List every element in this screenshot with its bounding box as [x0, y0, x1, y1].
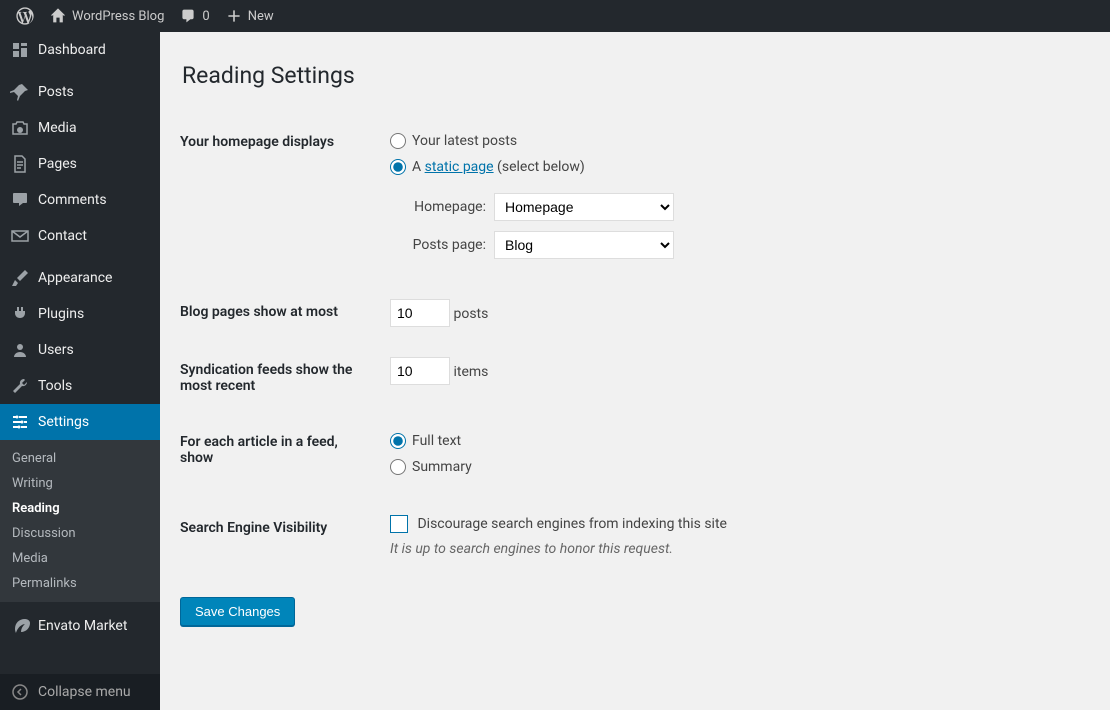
sidebar-item-appearance[interactable]: Appearance	[0, 260, 160, 296]
mail-icon	[10, 226, 30, 246]
feed-summary-label: Summary	[412, 459, 472, 475]
sidebar-item-media[interactable]: Media	[0, 110, 160, 146]
blog-pages-input[interactable]	[390, 299, 450, 327]
settings-form: Your homepage displays Your latest posts…	[180, 114, 1090, 572]
dashboard-icon	[10, 40, 30, 60]
brush-icon	[10, 268, 30, 288]
blog-pages-label: Blog pages show at most	[180, 284, 380, 342]
sidebar-item-label: Media	[38, 120, 77, 136]
homepage-latest-label: Your latest posts	[412, 133, 517, 149]
comment-icon	[180, 8, 196, 24]
user-icon	[10, 340, 30, 360]
sliders-icon	[10, 412, 30, 432]
main-content: Reading Settings Your homepage displays …	[160, 32, 1110, 710]
site-name-link[interactable]: WordPress Blog	[42, 8, 172, 24]
sidebar-item-dashboard[interactable]: Dashboard	[0, 32, 160, 68]
sidebar-item-label: Users	[38, 342, 74, 358]
plug-icon	[10, 304, 30, 324]
posts-page-select-label: Posts page:	[390, 237, 486, 253]
homepage-displays-label: Your homepage displays	[180, 114, 380, 284]
syndication-unit: items	[453, 364, 488, 380]
collapse-label: Collapse menu	[38, 684, 131, 700]
blog-pages-unit: posts	[453, 306, 488, 322]
sidebar-item-posts[interactable]: Posts	[0, 74, 160, 110]
comments-link[interactable]: 0	[172, 8, 217, 24]
page-icon	[10, 154, 30, 174]
homepage-select[interactable]: Homepage	[494, 193, 674, 221]
submenu-reading[interactable]: Reading	[0, 496, 160, 521]
seo-checkbox-wrap: Discourage search engines from indexing …	[390, 516, 727, 532]
admin-toolbar: WordPress Blog 0 New	[0, 0, 1110, 32]
collapse-menu-button[interactable]: Collapse menu	[0, 674, 160, 710]
sidebar-item-label: Comments	[38, 192, 107, 208]
comment-icon	[10, 190, 30, 210]
sidebar-item-plugins[interactable]: Plugins	[0, 296, 160, 332]
wp-logo[interactable]	[8, 7, 42, 25]
home-icon	[50, 8, 66, 24]
syndication-input[interactable]	[390, 357, 450, 385]
feed-full-radio[interactable]	[390, 433, 406, 449]
posts-page-select[interactable]: Blog	[494, 231, 674, 259]
site-name: WordPress Blog	[72, 9, 164, 24]
homepage-static-label: A static page (select below)	[412, 159, 585, 175]
sidebar-item-label: Plugins	[38, 306, 84, 322]
sidebar-item-label: Pages	[38, 156, 77, 172]
sidebar-item-comments[interactable]: Comments	[0, 182, 160, 218]
leaf-icon	[10, 616, 30, 636]
plus-icon	[226, 8, 242, 24]
feed-full-label: Full text	[412, 433, 461, 449]
sidebar-item-users[interactable]: Users	[0, 332, 160, 368]
admin-sidebar: Dashboard Posts Media Pages Comments Con…	[0, 32, 160, 710]
new-content-link[interactable]: New	[218, 8, 282, 24]
new-label: New	[248, 9, 274, 24]
wrench-icon	[10, 376, 30, 396]
comments-count: 0	[202, 9, 209, 24]
seo-description: It is up to search engines to honor this…	[390, 541, 1080, 557]
static-page-link[interactable]: static page	[425, 159, 494, 175]
sidebar-item-settings[interactable]: Settings	[0, 404, 160, 440]
wordpress-icon	[16, 7, 34, 25]
sidebar-item-label: Tools	[38, 378, 72, 394]
seo-visibility-label: Search Engine Visibility	[180, 500, 380, 572]
feed-summary-radio[interactable]	[390, 459, 406, 475]
homepage-latest-radio[interactable]	[390, 133, 406, 149]
media-icon	[10, 118, 30, 138]
sidebar-item-envato[interactable]: Envato Market	[0, 608, 160, 644]
seo-checkbox[interactable]	[390, 515, 408, 533]
submenu-media[interactable]: Media	[0, 546, 160, 571]
sidebar-item-label: Contact	[38, 228, 87, 244]
pin-icon	[10, 82, 30, 102]
syndication-label: Syndication feeds show the most recent	[180, 342, 380, 414]
sidebar-item-label: Dashboard	[38, 42, 106, 58]
feed-article-label: For each article in a feed, show	[180, 414, 380, 500]
homepage-static-radio[interactable]	[390, 159, 406, 175]
sidebar-item-tools[interactable]: Tools	[0, 368, 160, 404]
submenu-writing[interactable]: Writing	[0, 471, 160, 496]
sidebar-item-pages[interactable]: Pages	[0, 146, 160, 182]
sidebar-item-label: Appearance	[38, 270, 112, 286]
sidebar-item-label: Posts	[38, 84, 74, 100]
collapse-icon	[10, 682, 30, 702]
sidebar-item-label: Settings	[38, 414, 89, 430]
page-title: Reading Settings	[182, 62, 1090, 89]
seo-checkbox-label: Discourage search engines from indexing …	[417, 516, 726, 532]
sidebar-item-label: Envato Market	[38, 618, 127, 634]
save-changes-button[interactable]: Save Changes	[180, 597, 295, 626]
homepage-select-label: Homepage:	[390, 199, 486, 215]
sidebar-item-contact[interactable]: Contact	[0, 218, 160, 254]
submenu-permalinks[interactable]: Permalinks	[0, 571, 160, 596]
submenu-discussion[interactable]: Discussion	[0, 521, 160, 546]
settings-submenu: General Writing Reading Discussion Media…	[0, 440, 160, 602]
submenu-general[interactable]: General	[0, 446, 160, 471]
